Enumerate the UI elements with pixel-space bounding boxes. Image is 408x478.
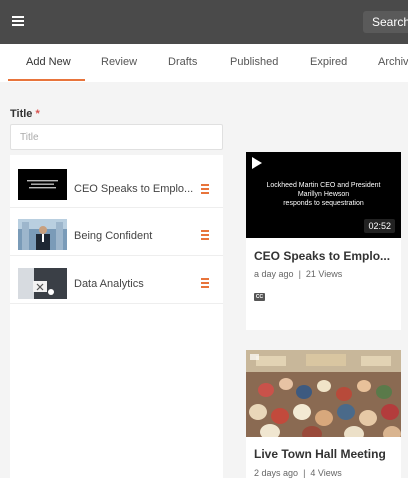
meta-separator: | xyxy=(303,468,306,478)
tab-add-new[interactable]: Add New xyxy=(26,44,71,82)
title-input[interactable] xyxy=(10,124,223,150)
video-title[interactable]: Live Town Hall Meeting xyxy=(254,447,386,461)
video-thumbnail[interactable]: Lockheed Martin CEO and President Marill… xyxy=(246,152,401,238)
closed-caption-icon: CC xyxy=(254,293,265,301)
tab-archive[interactable]: Archiv xyxy=(378,44,408,82)
video-views: 21 Views xyxy=(305,269,343,279)
top-bar: Search i xyxy=(0,0,408,44)
search-input[interactable]: Search i xyxy=(363,11,408,33)
tab-bar: Add New Review Drafts Published Expired … xyxy=(0,44,408,82)
drag-handle-icon[interactable] xyxy=(201,184,209,196)
playlist-panel: CEO Speaks to Emplo... Being Confident D… xyxy=(10,155,223,478)
playlist-item-title: Data Analytics xyxy=(74,278,144,290)
thumbnail-caption: Lockheed Martin CEO and President Marill… xyxy=(266,182,381,207)
drag-handle-icon[interactable] xyxy=(201,230,209,242)
playlist-item-title: Being Confident xyxy=(74,230,153,242)
video-thumbnail[interactable] xyxy=(246,350,401,437)
required-mark: * xyxy=(35,108,40,120)
tab-review[interactable]: Review xyxy=(101,44,137,82)
video-age: a day ago xyxy=(254,269,294,279)
video-thumbnail-icon xyxy=(18,169,67,200)
video-thumbnail-icon xyxy=(18,219,67,250)
playlist-item[interactable]: CEO Speaks to Emplo... xyxy=(10,160,223,208)
playlist-item-title: CEO Speaks to Emplo... xyxy=(74,183,194,195)
playlist-item[interactable]: Being Confident xyxy=(10,208,223,256)
play-icon[interactable] xyxy=(252,157,262,169)
video-title[interactable]: CEO Speaks to Emplo... xyxy=(254,249,390,263)
title-label-text: Title xyxy=(10,108,33,120)
title-label: Title * xyxy=(10,108,40,120)
video-views: 4 Views xyxy=(310,468,342,478)
playlist-item[interactable]: Data Analytics xyxy=(10,256,223,304)
video-age: 2 days ago xyxy=(254,468,299,478)
tab-drafts[interactable]: Drafts xyxy=(168,44,197,82)
video-thumbnail-icon xyxy=(18,268,67,299)
meta-separator: | xyxy=(298,269,301,279)
drag-handle-icon[interactable] xyxy=(201,278,209,290)
tab-expired[interactable]: Expired xyxy=(310,44,347,82)
active-tab-indicator xyxy=(8,79,85,81)
hamburger-icon[interactable] xyxy=(12,16,24,27)
tab-published[interactable]: Published xyxy=(230,44,278,82)
video-card[interactable]: Lockheed Martin CEO and President Marill… xyxy=(246,152,401,330)
video-meta: a day ago | 21 Views xyxy=(254,269,342,279)
video-card[interactable]: Live Town Hall Meeting 2 days ago | 4 Vi… xyxy=(246,350,401,478)
duration-badge: 02:52 xyxy=(364,219,395,233)
video-meta: 2 days ago | 4 Views xyxy=(254,468,342,478)
